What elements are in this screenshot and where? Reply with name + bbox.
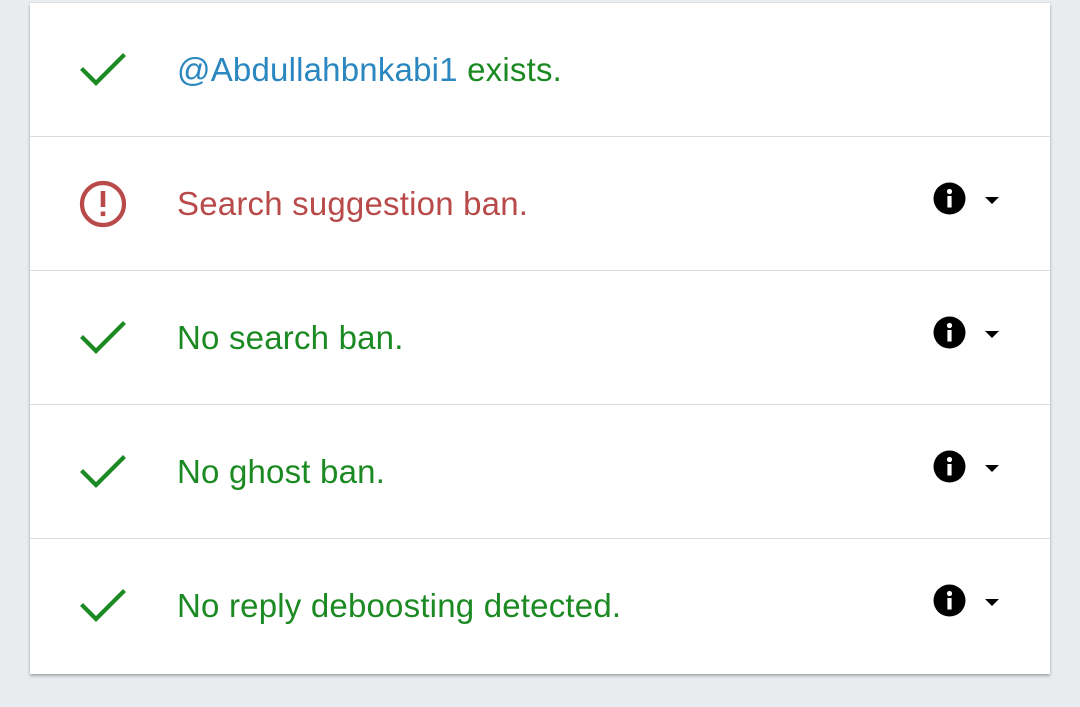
chevron-down-icon[interactable] bbox=[984, 461, 1000, 472]
details-toggle[interactable] bbox=[933, 449, 1000, 483]
result-text: @Abdullahbnkabi1 exists. bbox=[177, 51, 562, 89]
chevron-down-icon[interactable] bbox=[984, 327, 1000, 338]
exists-text: exists. bbox=[467, 50, 563, 88]
info-icon[interactable] bbox=[933, 182, 966, 215]
check-icon bbox=[78, 447, 128, 497]
chevron-down-icon[interactable] bbox=[984, 193, 1000, 204]
check-icon bbox=[78, 45, 128, 95]
details-toggle[interactable] bbox=[933, 181, 1000, 215]
check-icon bbox=[78, 313, 128, 363]
result-row-reply-deboosting: No reply deboosting detected. bbox=[30, 539, 1050, 673]
result-text: No search ban. bbox=[177, 318, 404, 356]
info-icon[interactable] bbox=[933, 584, 966, 617]
chevron-down-icon[interactable] bbox=[984, 595, 1000, 606]
result-row-ghost-ban: No ghost ban. bbox=[30, 405, 1050, 539]
alert-circle-icon bbox=[78, 179, 128, 229]
result-text: No reply deboosting detected. bbox=[177, 587, 622, 624]
details-toggle[interactable] bbox=[933, 583, 1000, 617]
result-row-exists: @Abdullahbnkabi1 exists. bbox=[30, 3, 1050, 137]
result-row-search-suggestion-ban: Search suggestion ban. bbox=[30, 137, 1050, 271]
details-toggle[interactable] bbox=[933, 315, 1000, 349]
result-text: Search suggestion ban. bbox=[177, 184, 529, 222]
results-card: @Abdullahbnkabi1 exists. Search suggesti… bbox=[30, 3, 1050, 674]
check-icon bbox=[78, 581, 128, 631]
info-icon[interactable] bbox=[933, 450, 966, 483]
result-text: No ghost ban. bbox=[177, 452, 386, 490]
info-icon[interactable] bbox=[933, 316, 966, 349]
result-row-search-ban: No search ban. bbox=[30, 271, 1050, 405]
username-link[interactable]: @Abdullahbnkabi1 bbox=[177, 51, 458, 88]
